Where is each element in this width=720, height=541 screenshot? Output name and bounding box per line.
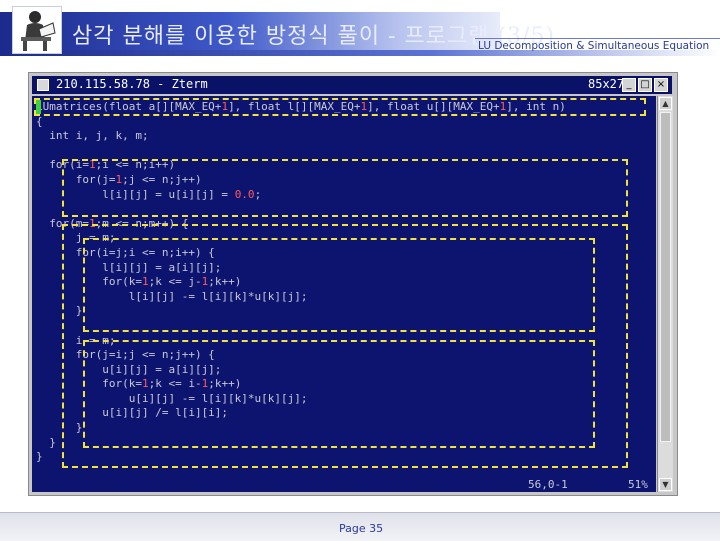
slide-header: 삼각 분해를 이용한 방정식 풀이 - 프로그램 (3/5) LU Decomp…	[0, 0, 720, 62]
page-number: Page 35	[339, 522, 384, 535]
highlight-box-signature	[34, 98, 646, 116]
highlight-box-l-compute	[83, 238, 595, 332]
window-titlebar[interactable]: 210.115.58.78 - Zterm 85x27 _ □ ×	[32, 76, 672, 94]
scroll-up-arrow-icon[interactable]: ▲	[659, 97, 672, 110]
minimize-button[interactable]: _	[622, 78, 636, 92]
window-title: 210.115.58.78 - Zterm	[56, 77, 208, 91]
status-cursor-position: 56,0-1	[528, 478, 568, 491]
terminal-window[interactable]: 210.115.58.78 - Zterm 85x27 _ □ × LUmatr…	[28, 72, 678, 496]
slide-subtitle: LU Decomposition & Simultaneous Equation	[478, 40, 710, 52]
terminal-app-icon	[37, 79, 49, 91]
scroll-down-arrow-icon[interactable]: ▼	[659, 478, 672, 491]
window-size-readout: 85x27	[588, 77, 625, 91]
status-scroll-percent: 51%	[628, 478, 648, 491]
slide-footer: Page 35	[0, 512, 720, 541]
scrollbar-thumb[interactable]	[660, 112, 671, 442]
terminal-screen[interactable]: LUmatrices(float a[][MAX_EQ+1], float l[…	[32, 96, 656, 492]
subtitle-underline	[475, 38, 720, 39]
code-line: {	[36, 114, 43, 128]
close-button[interactable]: ×	[654, 78, 668, 92]
vertical-scrollbar[interactable]: ▲ ▼	[657, 96, 673, 492]
code-line: int i, j, k, m;	[36, 129, 149, 143]
highlight-box-u-compute	[83, 340, 595, 448]
reading-person-logo-icon	[12, 6, 62, 54]
highlight-box-init-loop	[62, 159, 628, 217]
maximize-button[interactable]: □	[638, 78, 652, 92]
